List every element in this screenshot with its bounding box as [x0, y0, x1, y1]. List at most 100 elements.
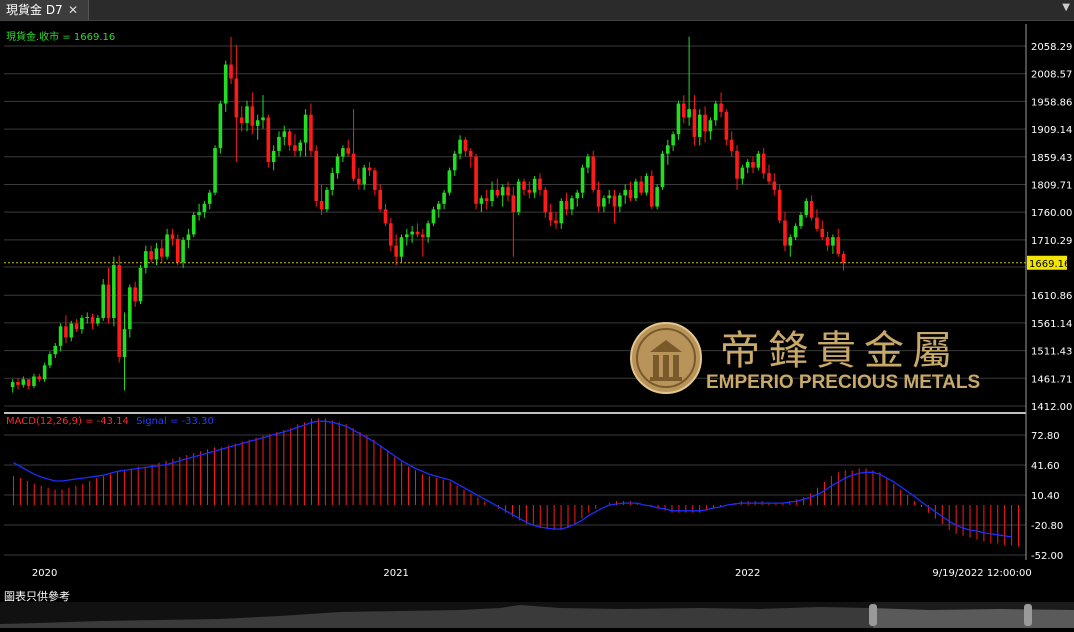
- candle-body: [458, 139, 462, 154]
- candle-body: [676, 103, 681, 135]
- candle-body: [586, 156, 590, 168]
- price-tick-label: 1760.00: [1031, 208, 1072, 219]
- candle-body: [10, 382, 15, 388]
- candle-body: [751, 162, 755, 168]
- x-tick-label: 2020: [32, 568, 57, 579]
- candle-body: [639, 181, 643, 193]
- price-tick-label: 1412.00: [1031, 402, 1072, 413]
- candle-body: [527, 189, 532, 193]
- candle-body: [554, 220, 558, 224]
- candle-body: [575, 192, 580, 199]
- candle-body: [644, 175, 649, 193]
- candle-body: [452, 153, 457, 171]
- candle-body: [405, 234, 409, 238]
- macd-tick-label: -20.80: [1031, 521, 1063, 532]
- signal-polyline: [13, 420, 1012, 538]
- candle-body: [580, 167, 585, 193]
- candle-body: [607, 195, 612, 199]
- candle-body: [245, 106, 249, 124]
- time-scrollbar[interactable]: [0, 602, 1074, 628]
- signal-legend-label: Signal = -33.30: [136, 416, 214, 427]
- candle-body: [516, 181, 521, 213]
- candle-body: [394, 245, 398, 257]
- current-price-label: 1669.16: [1029, 259, 1070, 270]
- candle-body: [106, 284, 111, 318]
- candle-body: [213, 148, 217, 193]
- candle-body: [170, 234, 175, 239]
- logo-english-text: EMPERIO PRECIOUS METALS: [706, 372, 981, 393]
- candle-body: [804, 201, 809, 215]
- candle-body: [373, 170, 377, 190]
- candle-body: [809, 201, 814, 218]
- chart-svg[interactable]: 1669.16 2058.29 2008.57 1958.86 1909.14 1859…: [4, 24, 1074, 584]
- tab-label: 現貨金 D7: [6, 3, 63, 17]
- candle-body: [841, 253, 846, 263]
- candle-body: [48, 354, 52, 366]
- candle-body: [500, 187, 505, 196]
- candle-body: [128, 287, 132, 330]
- candle-body: [314, 150, 319, 202]
- candle-body: [351, 153, 356, 179]
- x-axis-ticks: 2020 2021 2022 9/19/2022 12:00:00: [32, 568, 1032, 579]
- candle-body: [250, 106, 255, 126]
- candle-body: [735, 150, 739, 179]
- scrollbar-right-handle[interactable]: [1024, 604, 1032, 626]
- candle-body: [138, 267, 143, 302]
- candle-body: [218, 103, 223, 149]
- candle-body: [506, 187, 510, 196]
- candle-body: [543, 189, 548, 213]
- candle-body: [261, 117, 265, 121]
- candle-body: [724, 111, 729, 140]
- candle-body: [234, 78, 239, 118]
- candle-body: [69, 323, 74, 338]
- candle-body: [389, 223, 393, 246]
- candle-body: [21, 379, 26, 385]
- candle-body: [90, 316, 95, 324]
- candle-body: [596, 189, 601, 207]
- price-tick-label: 1511.43: [1031, 347, 1072, 358]
- tab-bar: 現貨金 D7 ✕ ▼: [0, 0, 1074, 21]
- x-tick-label: 2021: [383, 568, 408, 579]
- candle-body: [697, 114, 702, 137]
- candle-body: [522, 181, 526, 190]
- candle-body: [729, 139, 734, 151]
- close-icon[interactable]: ✕: [68, 0, 78, 20]
- candle-body: [32, 376, 36, 386]
- candle-body: [133, 287, 137, 302]
- candle-body: [484, 198, 489, 202]
- candle-body: [325, 189, 329, 210]
- candle-body: [788, 237, 793, 246]
- candle-body: [820, 228, 825, 238]
- candle-body: [479, 198, 484, 204]
- candle-body: [319, 201, 324, 210]
- candle-body: [815, 217, 819, 229]
- candle-body: [836, 237, 841, 254]
- y-axis-ticks: 2058.29 2008.57 1958.86 1909.14 1859.43 1809.…: [1031, 42, 1072, 562]
- candle-body: [708, 120, 713, 132]
- candle-body: [612, 195, 617, 207]
- candle-body: [399, 237, 404, 257]
- candle-body: [666, 145, 670, 154]
- candle-body: [687, 109, 691, 118]
- candle-body: [719, 103, 723, 112]
- candle-body: [490, 189, 494, 202]
- candle-body: [671, 134, 675, 146]
- current-price-line: 1669.16: [4, 255, 1070, 270]
- price-tick-label: 1909.14: [1031, 125, 1072, 136]
- price-tick-label: 2008.57: [1031, 70, 1072, 81]
- candle-body: [426, 223, 430, 238]
- scrollbar-left-handle[interactable]: [869, 604, 877, 626]
- candle-body: [420, 234, 425, 238]
- company-logo: 帝鋒貴金屬 EMPERIO PRECIOUS METALS: [628, 322, 998, 398]
- candle-body: [223, 64, 228, 104]
- candle-body: [74, 323, 79, 330]
- candle-body: [660, 153, 665, 188]
- dropdown-arrow-icon[interactable]: ▼: [1062, 2, 1070, 13]
- candle-body: [468, 150, 473, 157]
- candle-body: [101, 284, 106, 318]
- candle-body: [287, 131, 292, 146]
- candle-body: [282, 131, 287, 137]
- candle-body: [309, 114, 313, 151]
- candle-body: [740, 167, 745, 179]
- tab-spot-gold[interactable]: 現貨金 D7 ✕: [0, 0, 89, 20]
